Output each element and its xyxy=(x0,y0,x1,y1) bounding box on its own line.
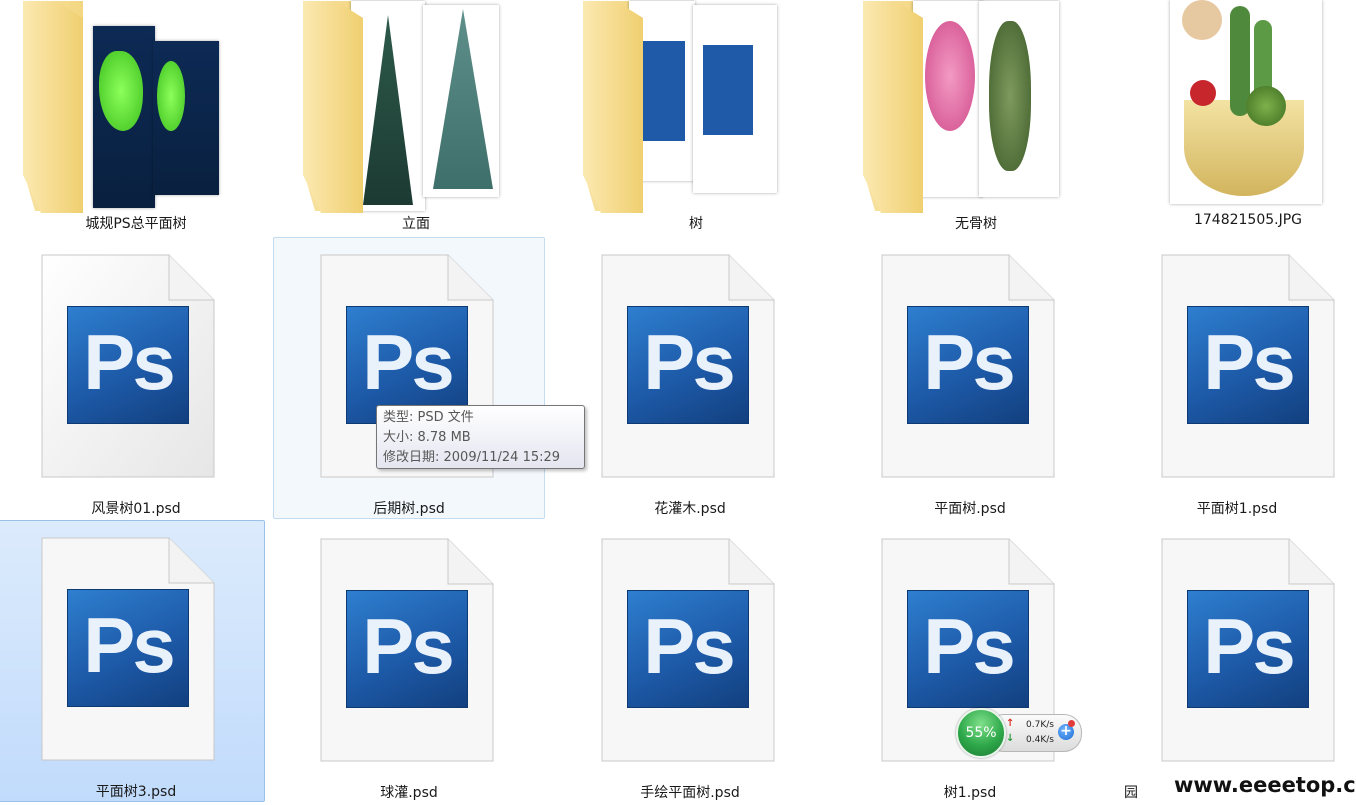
psd-file-item[interactable]: Ps 平面树.psd xyxy=(834,237,1106,519)
folder-label: 城规PS总平面树 xyxy=(85,216,187,232)
file-label: 平面树.psd xyxy=(934,501,1006,517)
file-label: 手绘平面树.psd xyxy=(640,785,740,801)
notification-dot xyxy=(1068,720,1075,727)
jpg-thumbnail[interactable] xyxy=(1170,0,1322,204)
folder-item-2[interactable]: 立面 xyxy=(280,0,552,232)
file-label: 平面树3.psd xyxy=(95,784,177,800)
tooltip-type: 类型: PSD 文件 xyxy=(383,410,474,425)
folder-label: 树 xyxy=(689,216,703,232)
jpg-label: 174821505.JPG xyxy=(1193,212,1303,228)
psd-file-icon: Ps xyxy=(41,254,215,478)
psd-file-item-selected[interactable]: Ps 平面树3.psd xyxy=(0,520,265,802)
tooltip-size: 大小: 8.78 MB xyxy=(383,430,471,445)
folder-label: 无骨树 xyxy=(955,216,997,232)
upload-arrow-icon: ↑ xyxy=(1006,718,1015,729)
psd-file-icon: Ps xyxy=(41,537,215,761)
psd-file-icon: Ps xyxy=(601,254,775,478)
psd-file-icon: Ps xyxy=(1161,254,1335,478)
file-label: 风景树01.psd xyxy=(91,501,181,517)
psd-file-icon: Ps xyxy=(601,538,775,762)
folder-item-4[interactable]: 无骨树 xyxy=(840,0,1112,232)
tooltip-modified: 修改日期: 2009/11/24 15:29 xyxy=(383,450,561,465)
file-label: 平面树1.psd xyxy=(1196,501,1278,517)
folder-icon xyxy=(23,1,223,213)
psd-file-item[interactable]: Ps 后期树.psd xyxy=(273,237,545,519)
folder-icon xyxy=(863,1,1063,213)
usage-ball[interactable]: 55% xyxy=(956,708,1006,758)
upload-rate: 0.7K/s xyxy=(1026,720,1054,730)
folder-icon xyxy=(583,1,783,213)
psd-file-item[interactable]: Ps 树1.psd xyxy=(834,521,1106,803)
file-label: 后期树.psd xyxy=(373,501,445,517)
file-label: 球灌.psd xyxy=(380,785,438,801)
download-arrow-icon: ↓ xyxy=(1006,733,1015,744)
psd-file-item[interactable]: Ps 风景树01.psd xyxy=(0,237,272,519)
network-speed-widget[interactable]: 55% ↑ 0.7K/s ↓ 0.4K/s + xyxy=(956,708,1082,758)
download-rate: 0.4K/s xyxy=(1026,735,1054,745)
watermark: www.eeeetop.com xyxy=(1174,773,1356,797)
file-info-tooltip: 类型: PSD 文件 大小: 8.78 MB 修改日期: 2009/11/24 … xyxy=(376,405,585,469)
psd-file-item[interactable]: Ps 平面树1.psd xyxy=(1084,237,1356,519)
psd-file-icon: Ps xyxy=(881,254,1055,478)
file-label: 花灌木.psd xyxy=(654,501,726,517)
folder-label: 立面 xyxy=(402,216,430,232)
folder-item-1[interactable]: 城规PS总平面树 xyxy=(0,0,272,232)
psd-file-icon: Ps xyxy=(320,538,494,762)
folder-item-3[interactable]: 树 xyxy=(560,0,832,232)
psd-file-item[interactable]: Ps 花灌木.psd xyxy=(554,237,826,519)
psd-file-item[interactable]: Ps 手绘平面树.psd xyxy=(554,521,826,803)
psd-file-item[interactable]: Ps 园 xyxy=(1084,521,1356,803)
psd-file-item[interactable]: Ps 球灌.psd xyxy=(273,521,545,803)
folder-icon xyxy=(303,1,503,213)
psd-file-icon: Ps xyxy=(1161,538,1335,762)
